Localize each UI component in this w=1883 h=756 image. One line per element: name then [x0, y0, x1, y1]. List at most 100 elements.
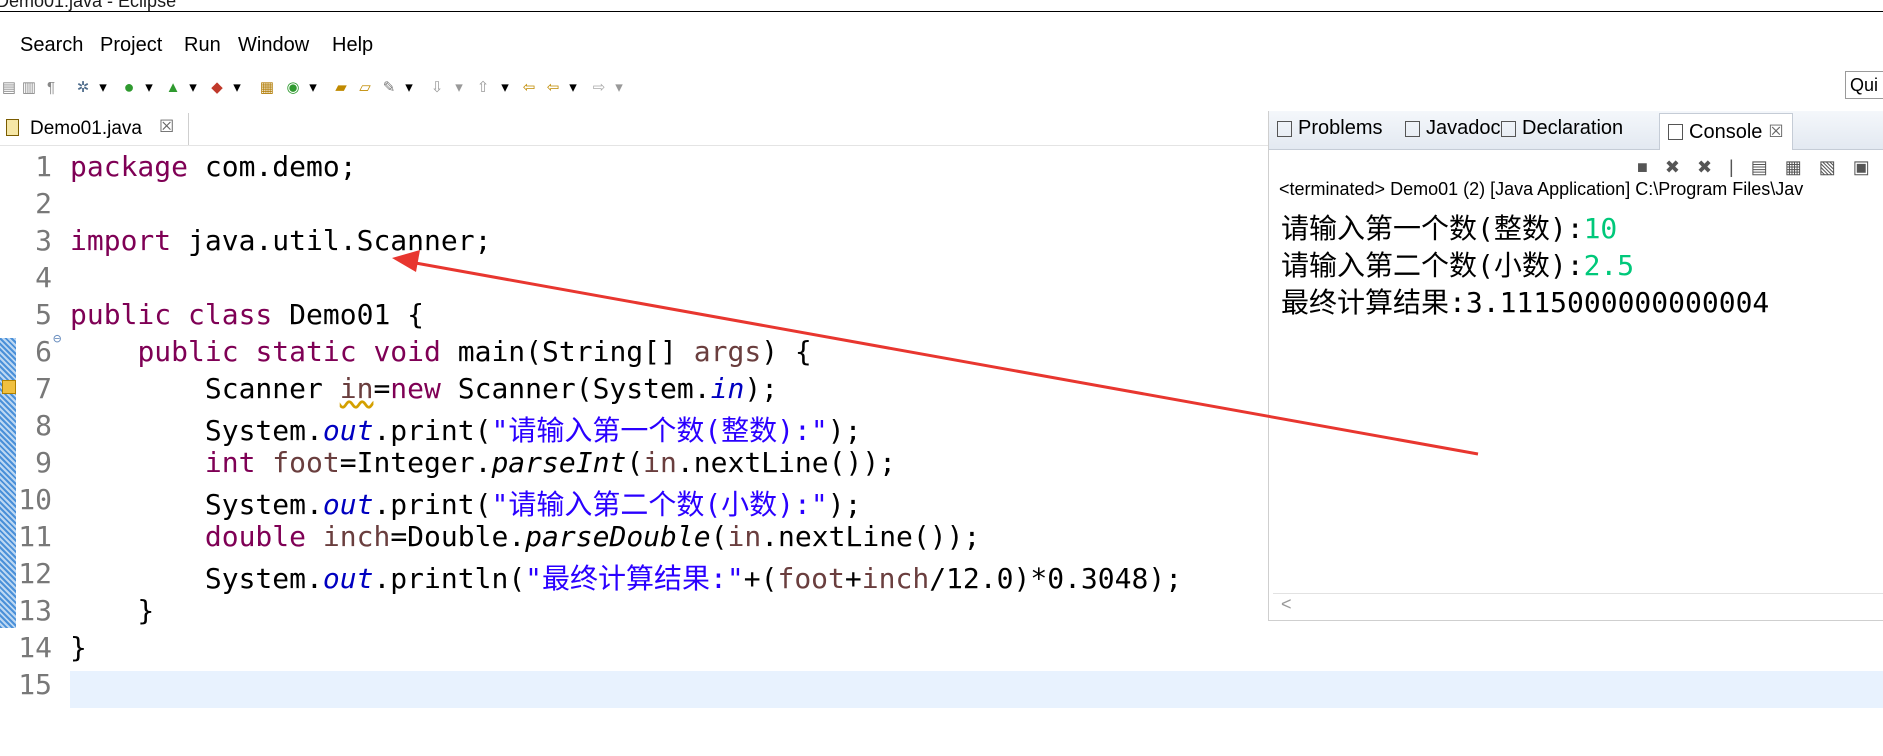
line-number: 2 — [35, 187, 52, 220]
code-line[interactable]: 12 System.out.println("最终计算结果:"+(foot+in… — [0, 557, 1300, 597]
code-line[interactable]: 11 double inch=Double.parseDouble(in.nex… — [0, 520, 1300, 557]
editor-tab-label: Demo01.java — [30, 118, 142, 139]
last-edit-location-icon[interactable]: ⇦ — [518, 74, 540, 100]
console-output-line: 请输入第二个数(小数):2.5 — [1281, 244, 1634, 284]
console-user-input: 10 — [1583, 212, 1618, 245]
open-type-icon[interactable]: ▰ — [330, 74, 352, 100]
code-text[interactable]: System.out.print("请输入第一个数(整数):"); — [70, 409, 862, 449]
menu-help[interactable]: Help — [332, 34, 373, 57]
new-class-icon[interactable]: ◉ — [282, 74, 304, 100]
debug-dropdown-icon[interactable]: ▾ — [96, 74, 110, 100]
code-line[interactable]: 3 import java.util.Scanner; — [0, 224, 1300, 261]
external-tools-dropdown-icon[interactable]: ▾ — [230, 74, 244, 100]
close-icon[interactable]: ☒ — [1768, 122, 1783, 142]
window-title-bar: Demo01.java - Eclipse — [0, 0, 1883, 12]
line-number: 6 — [35, 335, 52, 368]
previous-annotation-icon[interactable]: ⇧ — [474, 74, 492, 100]
print-icon[interactable]: ▥ — [20, 74, 38, 100]
tab-problems[interactable]: Problems — [1277, 117, 1382, 140]
code-text[interactable]: } — [70, 594, 154, 627]
window-title: Demo01.java - Eclipse — [0, 0, 177, 11]
open-task-icon[interactable]: ▱ — [354, 74, 376, 100]
code-text[interactable]: int foot=Integer.parseInt(in.nextLine())… — [70, 446, 896, 479]
code-line[interactable]: 14} — [0, 631, 1300, 668]
show-whitespace-icon[interactable]: ¶ — [42, 74, 60, 100]
code-line[interactable]: 10 System.out.print("请输入第二个数(小数):"); — [0, 483, 1300, 523]
debug-icon[interactable]: ✲ — [72, 74, 94, 100]
coverage-dropdown-icon[interactable]: ▾ — [186, 74, 200, 100]
code-line[interactable]: 8 System.out.print("请输入第一个数(整数):"); — [0, 409, 1300, 449]
tab-label: Declaration — [1522, 117, 1624, 139]
code-line[interactable]: 6 ⊖ public static void main(String[] args… — [0, 331, 1300, 372]
line-number: 14 — [18, 631, 52, 664]
java-file-icon — [6, 119, 19, 136]
forward-dropdown-icon[interactable]: ▾ — [612, 74, 626, 100]
previous-annotation-dropdown-icon[interactable]: ▾ — [498, 74, 512, 100]
tab-console[interactable]: Console ☒ — [1659, 113, 1793, 150]
save-all-icon[interactable]: ▤ — [0, 74, 18, 100]
line-number: 5 — [35, 298, 52, 331]
menu-search[interactable]: Search — [20, 34, 83, 57]
code-text[interactable]: Scanner in=new Scanner(System.in); — [70, 372, 778, 405]
close-icon[interactable]: ☒ — [159, 117, 174, 137]
menu-bar: Search Project Run Window Help — [0, 32, 1883, 62]
next-annotation-dropdown-icon[interactable]: ▾ — [452, 74, 466, 100]
declaration-icon — [1501, 120, 1516, 137]
code-line[interactable]: 2 — [0, 187, 1300, 224]
code-line[interactable]: 1 package com.demo; — [0, 150, 1300, 187]
menu-run[interactable]: Run — [184, 34, 221, 57]
new-java-project-icon[interactable]: ▦ — [256, 74, 278, 100]
console-toolbar[interactable]: ■ ✖ ✖ | ▤ ▦ ▧ ▣ ▣ — [1637, 157, 1883, 181]
search-tool-icon[interactable]: ✎ — [378, 74, 400, 100]
line-number: 13 — [18, 594, 52, 627]
code-text[interactable]: public static void main(String[] args) { — [70, 335, 811, 368]
coverage-icon[interactable]: ▲ — [162, 74, 184, 100]
scroll-left-icon[interactable]: < — [1281, 594, 1292, 615]
menu-project[interactable]: Project — [100, 34, 162, 57]
fold-toggle-icon[interactable]: ⊖ — [53, 331, 61, 347]
new-class-dropdown-icon[interactable]: ▾ — [306, 74, 320, 100]
console-prompt: 请输入第二个数(小数): — [1281, 249, 1584, 282]
code-text[interactable]: } — [70, 631, 87, 664]
console-icon — [1668, 124, 1683, 140]
line-number: 15 — [18, 668, 52, 701]
code-text[interactable]: System.out.println("最终计算结果:"+(foot+inch/… — [70, 557, 1182, 597]
code-text[interactable]: double inch=Double.parseDouble(in.nextLi… — [70, 520, 980, 553]
external-tools-icon[interactable]: ◆ — [206, 74, 228, 100]
code-text[interactable]: package com.demo; — [70, 150, 357, 183]
tab-declaration[interactable]: Declaration — [1501, 117, 1623, 140]
next-annotation-icon[interactable]: ⇩ — [428, 74, 446, 100]
quick-access-input[interactable]: Qui — [1845, 71, 1883, 99]
back-dropdown-icon[interactable]: ▾ — [566, 74, 580, 100]
editor-divider — [0, 145, 1268, 146]
back-icon[interactable]: ⇦ — [542, 74, 564, 100]
tab-javadoc[interactable]: Javadoc — [1405, 117, 1501, 140]
code-line[interactable]: 13 } — [0, 594, 1300, 631]
line-number: 8 — [35, 409, 52, 442]
code-line[interactable]: 15 — [0, 668, 1300, 705]
code-text[interactable]: import java.util.Scanner; — [70, 224, 491, 257]
console-panel: Problems Javadoc Declaration Console ☒ ■ ✖ ✖… — [1268, 111, 1883, 621]
tab-label: Javadoc — [1426, 117, 1501, 139]
menu-window[interactable]: Window — [238, 34, 309, 57]
terminated-status: <terminated> Demo01 (2) [Java Applicatio… — [1279, 179, 1804, 199]
problems-icon — [1277, 120, 1292, 137]
run-icon[interactable]: ● — [118, 74, 140, 100]
console-prompt: 请输入第一个数(整数): — [1281, 212, 1584, 245]
tab-label: Console — [1689, 120, 1763, 143]
code-line[interactable]: 4 — [0, 261, 1300, 298]
code-text[interactable]: System.out.print("请输入第二个数(小数):"); — [70, 483, 862, 523]
horizontal-scrollbar[interactable]: < — [1273, 593, 1883, 616]
run-dropdown-icon[interactable]: ▾ — [142, 74, 156, 100]
code-text[interactable]: public class Demo01 { — [70, 298, 424, 331]
line-number: 10 — [18, 483, 52, 516]
javadoc-icon — [1405, 120, 1420, 137]
search-dropdown-icon[interactable]: ▾ — [402, 74, 416, 100]
editor-tab-demo01[interactable]: Demo01.java ☒ — [0, 113, 189, 145]
code-line[interactable]: 7 Scanner in=new Scanner(System.in); — [0, 372, 1300, 409]
console-prompt: 最终计算结果:3.1115000000000004 — [1281, 286, 1770, 319]
code-line[interactable]: 9 int foot=Integer.parseInt(in.nextLine(… — [0, 446, 1300, 483]
code-line[interactable]: 5 public class Demo01 { — [0, 298, 1300, 335]
forward-icon[interactable]: ⇨ — [588, 74, 610, 100]
line-number: 12 — [18, 557, 52, 590]
